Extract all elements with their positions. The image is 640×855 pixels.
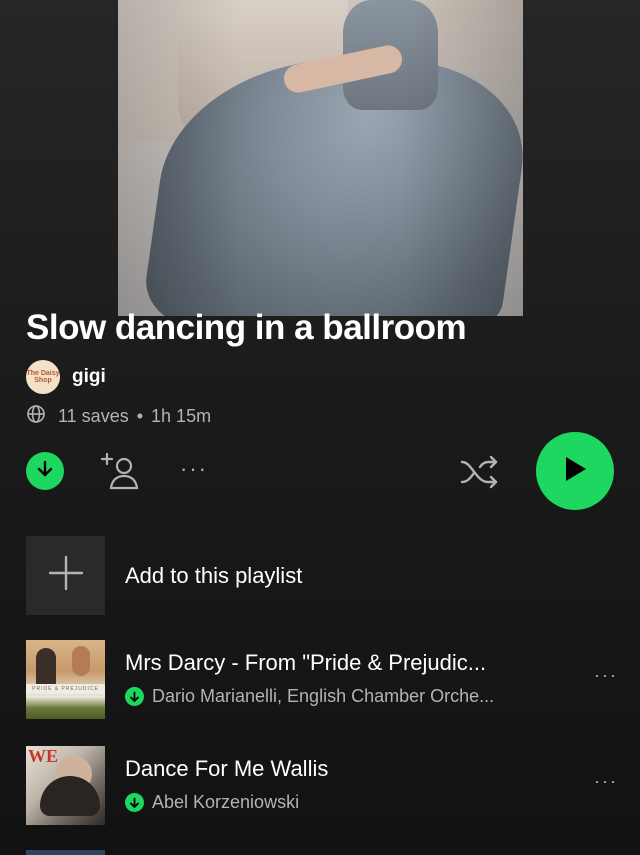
album-art-text: WE: [28, 746, 59, 766]
track-more-button[interactable]: ···: [586, 772, 626, 796]
play-button[interactable]: [536, 432, 614, 510]
next-track-art-peek: [26, 850, 105, 855]
track-subtitle: Dario Marianelli, English Chamber Orche.…: [125, 686, 494, 707]
download-icon: [36, 459, 54, 484]
track-title[interactable]: Dance For Me Wallis: [125, 756, 565, 782]
saves-count: 11 saves: [58, 406, 129, 426]
track-row[interactable]: PRIDE & PREJUDICE Mrs Darcy - From "Prid…: [26, 640, 626, 720]
add-to-playlist-label[interactable]: Add to this playlist: [125, 563, 302, 589]
playlist-duration: 1h 15m: [151, 406, 212, 426]
track-album-art: WE: [26, 746, 105, 825]
track-artist: Dario Marianelli, English Chamber Orche.…: [152, 686, 495, 706]
playlist-screen: Slow dancing in a ballroom The Daisy Sho…: [0, 0, 640, 855]
globe-icon: [26, 404, 46, 429]
add-to-playlist-row[interactable]: Add to this playlist: [26, 536, 302, 615]
more-options-button[interactable]: ···: [172, 454, 216, 490]
meta-separator: •: [136, 406, 144, 426]
owner-name[interactable]: gigi: [72, 366, 106, 388]
add-to-playlist-button[interactable]: [26, 536, 105, 615]
add-collaborator-button[interactable]: [100, 450, 144, 494]
downloaded-icon: [125, 793, 144, 812]
avatar[interactable]: The Daisy Shop: [26, 360, 60, 394]
downloaded-icon: [125, 687, 144, 706]
action-bar: ···: [0, 432, 640, 512]
playlist-owner[interactable]: The Daisy Shop gigi: [26, 360, 106, 394]
track-row[interactable]: WE Dance For Me Wallis Abel Korzeniowski…: [26, 746, 626, 826]
download-button[interactable]: [26, 452, 64, 490]
playlist-meta: 11 saves • 1h 15m: [26, 404, 211, 429]
track-artist: Abel Korzeniowski: [152, 792, 300, 812]
plus-icon: [46, 553, 86, 598]
track-subtitle: Abel Korzeniowski: [125, 792, 299, 813]
playlist-title: Slow dancing in a ballroom: [26, 308, 467, 347]
play-icon: [562, 455, 588, 488]
shuffle-icon: [458, 455, 502, 496]
track-more-button[interactable]: ···: [586, 666, 626, 690]
track-album-art: PRIDE & PREJUDICE: [26, 640, 105, 719]
playlist-cover-image: [118, 0, 523, 316]
album-art-text: PRIDE & PREJUDICE: [26, 684, 105, 694]
track-title[interactable]: Mrs Darcy - From "Pride & Prejudic...: [125, 650, 565, 676]
add-collaborator-icon: [100, 452, 144, 498]
shuffle-button[interactable]: [458, 452, 502, 492]
